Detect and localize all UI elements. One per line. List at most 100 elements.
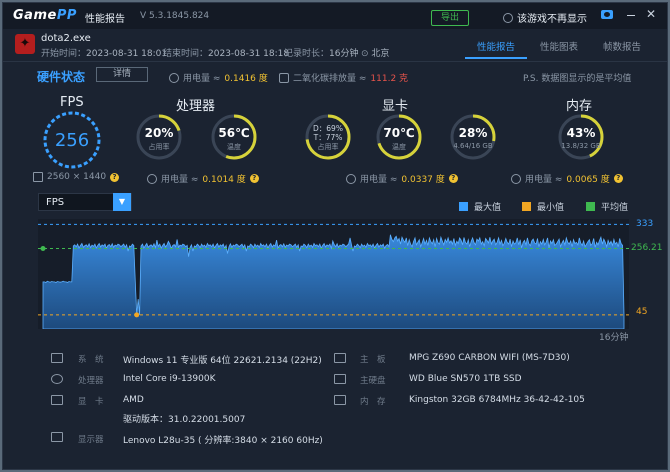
dota2-game-icon: ✦ [15, 34, 35, 54]
fps-resolution: 2560 × 1440 ? [33, 172, 120, 182]
cpu-power: 用电量 ≈0.1014 度 ? [147, 172, 259, 185]
hide-game-label: 该游戏不再显示 [517, 14, 587, 25]
cpu-value: Intel Core i9-13900K [123, 374, 216, 384]
tab-performance-charts[interactable]: 性能图表 [540, 39, 578, 53]
co2-emission: 二氧化碳排放量 ≈111.2 克 [279, 71, 408, 84]
chart-x-end-label: 16分钟 [599, 333, 629, 343]
monitor-value: Lenovo L28u-35 ( 分辨率:3840 × 2160 60Hz) [123, 436, 323, 446]
close-icon[interactable]: ✕ [646, 7, 656, 21]
cpu-temp-value: 56℃ [218, 126, 250, 140]
gpu-dt-sub: 占用率 [317, 143, 339, 151]
power-icon [169, 72, 179, 83]
cpu-icon [51, 374, 63, 384]
disk-key: 主硬盘 [360, 376, 386, 386]
power-icon [511, 173, 521, 184]
help-icon[interactable]: ? [249, 174, 259, 183]
memory-icon [334, 395, 346, 405]
power-icon [147, 173, 157, 184]
cpu-usage-value: 20% [144, 126, 174, 140]
end-time: 结束时间：2023-08-31 18:18 [163, 49, 290, 59]
gpu-dt-gauge: D：69% T：77% 占用率 [303, 112, 353, 162]
export-button[interactable]: 导出 [431, 10, 469, 26]
co2-icon [279, 72, 289, 83]
active-tab-indicator [465, 57, 527, 59]
disk-value: WD Blue SN570 1TB SSD [409, 374, 522, 384]
average-note: P.S. 数据图显示的是平均值 [523, 74, 632, 84]
record-duration: 记录时长：16分钟 [284, 49, 359, 59]
avg-value-label: 256.21 [631, 243, 663, 253]
motherboard-value: MPG Z690 CARBON WIFI (MS-7D30) [409, 353, 570, 363]
help-icon[interactable]: ? [110, 172, 120, 182]
header-divider [3, 61, 667, 62]
location: ⊙ 北京 [361, 49, 390, 59]
metric-select-value: FPS [46, 197, 65, 208]
detail-button[interactable]: 详情 [96, 67, 148, 82]
location-pin-icon: ⊙ [361, 49, 369, 59]
minimize-button[interactable] [627, 15, 635, 16]
start-time: 开始时间：2023-08-31 18:01 [41, 49, 168, 59]
tab-frame-report[interactable]: 帧数报告 [603, 39, 641, 53]
memory-key: 内 存 [360, 397, 386, 407]
min-marker [134, 312, 140, 318]
report-window: GamePP 性能报告 V 5.3.1845.824 导出 该游戏不再显示 ✕ … [2, 2, 668, 470]
fps-label: FPS [60, 95, 84, 110]
total-power: 用电量 ≈0.1416 度 [169, 71, 268, 84]
screenshot-camera-icon[interactable] [601, 10, 613, 19]
cpu-key: 处理器 [78, 376, 104, 386]
gpu-driver-version: 驱动版本：31.0.22001.5007 [123, 415, 246, 425]
legend-avg: 平均值 [586, 200, 628, 213]
disk-icon [334, 374, 346, 384]
cpu-temp-sub: 温度 [227, 143, 241, 151]
memory-usage-sub: 13.8/32 GB [561, 142, 601, 150]
hide-game-toggle[interactable]: 该游戏不再显示 [503, 10, 587, 25]
gpu-vram-sub: 4.64/16 GB [453, 142, 493, 150]
window-title: 性能报告 [85, 14, 125, 25]
gamepp-logo: GamePP [13, 8, 77, 23]
gpu-value: AMD [123, 395, 144, 405]
legend-swatch-max [459, 202, 468, 211]
gpu-icon [51, 395, 63, 405]
cpu-usage-sub: 占用率 [148, 143, 170, 151]
monitor-key: 显示器 [78, 435, 104, 445]
gpu-key: 显 卡 [78, 397, 104, 407]
fps-chart [38, 219, 629, 329]
memory-usage-gauge: 43% 13.8/32 GB [556, 112, 606, 162]
help-icon[interactable]: ? [448, 174, 458, 183]
legend-min: 最小值 [522, 200, 564, 213]
system-value: Windows 11 专业版 64位 22621.2134 (22H2) [123, 356, 322, 366]
gpu-power: 用电量 ≈0.0337 度 ? [346, 172, 458, 185]
gpu-temp-gauge: 70℃ 温度 [374, 112, 424, 162]
fps-value: 256 [54, 130, 90, 151]
legend-max: 最大值 [459, 200, 501, 213]
tab-performance-report[interactable]: 性能报告 [477, 39, 515, 53]
avg-marker [40, 245, 46, 251]
monitor-icon [51, 432, 63, 442]
memory-usage-value: 43% [566, 126, 596, 140]
metric-select[interactable]: FPS ▼ [38, 193, 132, 211]
fps-gauge: 256 [42, 110, 102, 170]
monitor-icon [33, 172, 43, 182]
fps-chart-svg [38, 223, 629, 329]
cpu-temp-gauge: 56℃ 温度 [209, 112, 259, 162]
power-icon [346, 173, 356, 184]
checkbox-icon[interactable] [503, 12, 513, 23]
chevron-down-icon[interactable]: ▼ [113, 193, 131, 211]
help-icon[interactable]: ? [613, 174, 623, 183]
system-icon [51, 353, 63, 363]
gpu-temp-value: 70℃ [383, 126, 415, 140]
gpu-vram-value: 28% [458, 126, 488, 140]
memory-value: Kingston 32GB 6784MHz 36-42-42-105 [409, 395, 585, 405]
min-value-label: 45 [636, 307, 648, 317]
game-name: dota2.exe [41, 33, 91, 44]
hardware-status-heading: 硬件状态 [37, 70, 86, 84]
legend-swatch-min [522, 202, 531, 211]
cpu-usage-gauge: 20% 占用率 [134, 112, 184, 162]
max-value-label: 333 [636, 219, 654, 229]
title-bar: GamePP 性能报告 V 5.3.1845.824 导出 该游戏不再显示 ✕ [3, 3, 667, 29]
memory-power: 用电量 ≈0.0065 度 ? [511, 172, 623, 185]
version-label: V 5.3.1845.824 [140, 11, 210, 21]
gpu-vram-gauge: 28% 4.64/16 GB [448, 112, 498, 162]
gpu-temp-sub: 温度 [392, 143, 406, 151]
legend-swatch-avg [586, 202, 595, 211]
motherboard-key: 主 板 [360, 355, 386, 365]
